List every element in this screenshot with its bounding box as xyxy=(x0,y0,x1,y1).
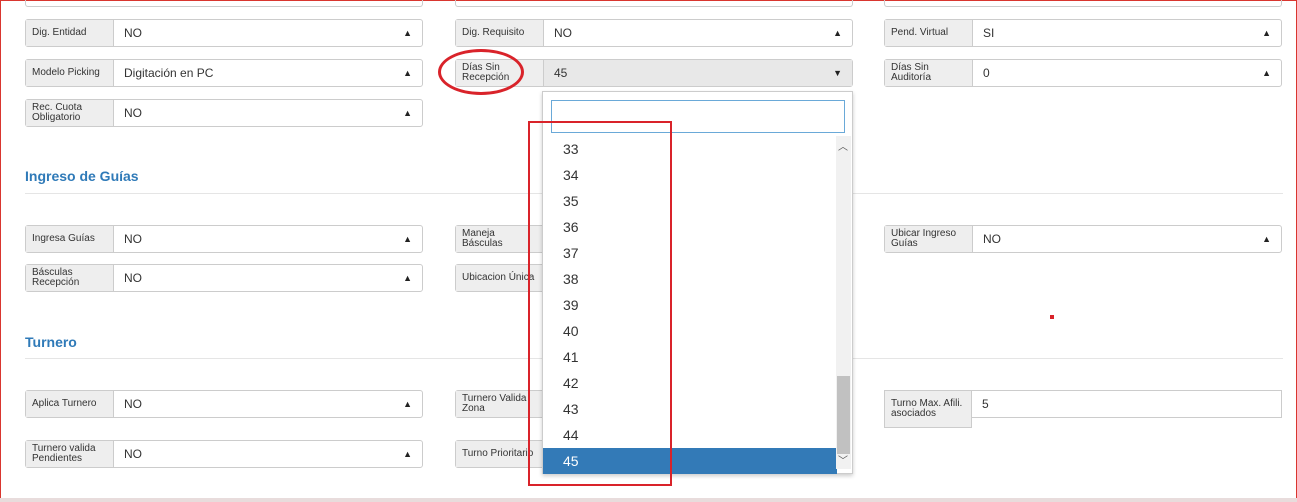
caret-up-icon: ▲ xyxy=(833,28,842,38)
aplica-turnero-select[interactable]: NO ▲ xyxy=(114,391,422,417)
turnero-valida-pendientes-field[interactable]: Turnero valida Pendientes NO ▲ xyxy=(25,440,423,468)
ingresa-guias-label: Ingresa Guías xyxy=(26,226,114,252)
caret-up-icon: ▲ xyxy=(403,28,412,38)
turno-max-label: Turno Max. Afili. asociados xyxy=(884,390,972,428)
dias-sin-auditoria-value: 0 xyxy=(983,66,990,80)
dias-sin-auditoria-field[interactable]: Días Sin Auditoría 0 ▲ xyxy=(884,59,1282,87)
pend-virtual-field[interactable]: Pend. Virtual SI ▲ xyxy=(884,19,1282,47)
field-top-cut-3 xyxy=(884,0,1282,7)
basculas-recepcion-field[interactable]: Básculas Recepción NO ▲ xyxy=(25,264,423,292)
field-top-cut-1 xyxy=(25,0,423,7)
annotation-dot xyxy=(1050,315,1054,319)
dias-sin-auditoria-select[interactable]: 0 ▲ xyxy=(973,60,1281,86)
caret-up-icon: ▲ xyxy=(1262,68,1271,78)
basculas-recepcion-select[interactable]: NO ▲ xyxy=(114,265,422,291)
ubicar-ingreso-value: NO xyxy=(983,232,1001,246)
rec-cuota-field[interactable]: Rec. Cuota Obligatorio NO ▲ xyxy=(25,99,423,127)
rec-cuota-value: NO xyxy=(124,106,142,120)
caret-up-icon: ▲ xyxy=(403,68,412,78)
turnero-valida-pendientes-label: Turnero valida Pendientes xyxy=(26,441,114,467)
scrollbar-thumb[interactable] xyxy=(837,376,850,454)
dias-sin-recepcion-select[interactable]: 45 ▼ xyxy=(544,60,852,86)
dropdown-scrollbar[interactable]: ︿ ﹀ xyxy=(836,136,851,469)
ubicar-ingreso-label: Ubicar Ingreso Guías xyxy=(885,226,973,252)
dias-sin-auditoria-label: Días Sin Auditoría xyxy=(885,60,973,86)
ubicar-ingreso-field[interactable]: Ubicar Ingreso Guías NO ▲ xyxy=(884,225,1282,253)
ingresa-guias-select[interactable]: NO ▲ xyxy=(114,226,422,252)
caret-up-icon: ▲ xyxy=(1262,28,1271,38)
aplica-turnero-value: NO xyxy=(124,397,142,411)
dig-entidad-value: NO xyxy=(124,26,142,40)
dig-requisito-value: NO xyxy=(554,26,572,40)
caret-up-icon: ▲ xyxy=(403,399,412,409)
caret-up-icon: ▲ xyxy=(403,108,412,118)
rec-cuota-label: Rec. Cuota Obligatorio xyxy=(26,100,114,126)
modelo-picking-value: Digitación en PC xyxy=(124,66,214,80)
ubicar-ingreso-select[interactable]: NO ▲ xyxy=(973,226,1281,252)
caret-up-icon: ▲ xyxy=(403,273,412,283)
bottom-strip xyxy=(0,498,1297,502)
chevron-down-icon[interactable]: ﹀ xyxy=(838,452,848,467)
chevron-up-icon[interactable]: ︿ xyxy=(838,138,848,153)
annotation-ellipse xyxy=(438,49,524,95)
modelo-picking-field[interactable]: Modelo Picking Digitación en PC ▲ xyxy=(25,59,423,87)
turnero-valida-pendientes-select[interactable]: NO ▲ xyxy=(114,441,422,467)
section-title-ingreso-guias: Ingreso de Guías xyxy=(25,168,139,184)
annotation-rectangle xyxy=(528,121,672,486)
dig-entidad-select[interactable]: NO ▲ xyxy=(114,20,422,46)
turno-max-field[interactable]: Turno Max. Afili. asociados 5 xyxy=(884,390,1282,428)
dig-entidad-label: Dig. Entidad xyxy=(26,20,114,46)
ingresa-guias-field[interactable]: Ingresa Guías NO ▲ xyxy=(25,225,423,253)
ingresa-guias-value: NO xyxy=(124,232,142,246)
pend-virtual-value: SI xyxy=(983,26,995,40)
modelo-picking-label: Modelo Picking xyxy=(26,60,114,86)
turnero-valida-pendientes-value: NO xyxy=(124,447,142,461)
turno-max-input[interactable]: 5 xyxy=(972,390,1282,418)
dig-requisito-label: Dig. Requisito xyxy=(456,20,544,46)
dias-sin-recepcion-value: 45 xyxy=(554,66,568,80)
aplica-turnero-field[interactable]: Aplica Turnero NO ▲ xyxy=(25,390,423,418)
basculas-recepcion-value: NO xyxy=(124,271,142,285)
caret-down-icon: ▼ xyxy=(833,68,842,78)
turno-max-value: 5 xyxy=(982,397,989,411)
dig-requisito-field[interactable]: Dig. Requisito NO ▲ xyxy=(455,19,853,47)
dig-requisito-select[interactable]: NO ▲ xyxy=(544,20,852,46)
rec-cuota-select[interactable]: NO ▲ xyxy=(114,100,422,126)
section-title-turnero: Turnero xyxy=(25,334,77,350)
pend-virtual-label: Pend. Virtual xyxy=(885,20,973,46)
field-top-cut-2 xyxy=(455,0,853,7)
caret-up-icon: ▲ xyxy=(403,449,412,459)
aplica-turnero-label: Aplica Turnero xyxy=(26,391,114,417)
dig-entidad-field[interactable]: Dig. Entidad NO ▲ xyxy=(25,19,423,47)
pend-virtual-select[interactable]: SI ▲ xyxy=(973,20,1281,46)
modelo-picking-select[interactable]: Digitación en PC ▲ xyxy=(114,60,422,86)
caret-up-icon: ▲ xyxy=(1262,234,1271,244)
caret-up-icon: ▲ xyxy=(403,234,412,244)
basculas-recepcion-label: Básculas Recepción xyxy=(26,265,114,291)
